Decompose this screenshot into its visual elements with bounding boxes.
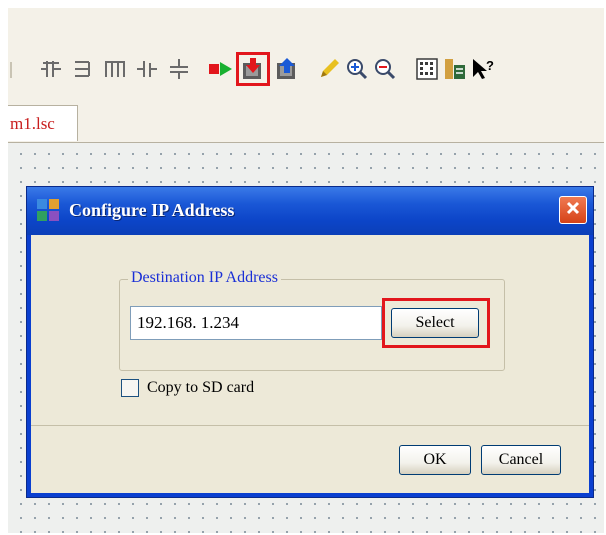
dialog-body: Destination IP Address Select Copy to SD…: [31, 235, 589, 493]
dialog-title-bar[interactable]: Configure IP Address: [27, 187, 593, 235]
svg-text:?: ?: [486, 58, 494, 73]
coil-icon[interactable]: [100, 54, 130, 84]
ground-line-icon[interactable]: [164, 54, 194, 84]
copy-sd-label[interactable]: Copy to SD card: [147, 379, 254, 397]
group-label: Destination IP Address: [128, 269, 281, 287]
zoom-out-icon[interactable]: [370, 54, 400, 84]
contact-open-icon[interactable]: [36, 54, 66, 84]
document-tab[interactable]: m1.lsc: [8, 105, 78, 141]
upload-icon[interactable]: [272, 54, 302, 84]
contact-closed-icon[interactable]: [68, 54, 98, 84]
select-button[interactable]: Select: [391, 308, 479, 338]
button-divider: [31, 425, 589, 426]
app-icon: [37, 199, 59, 221]
close-icon: [565, 200, 581, 221]
zoom-in-icon[interactable]: [342, 54, 372, 84]
copy-sd-option[interactable]: Copy to SD card: [121, 379, 254, 397]
dialog-title: Configure IP Address: [69, 200, 235, 220]
toolbar-separator: [10, 62, 12, 78]
cancel-button[interactable]: Cancel: [481, 445, 561, 475]
contact-branch-icon[interactable]: [132, 54, 162, 84]
grid-icon[interactable]: [412, 54, 442, 84]
close-button[interactable]: [559, 196, 587, 224]
select-button-highlight: Select: [382, 298, 490, 348]
document-tab-strip: m1.lsc: [8, 102, 604, 143]
ip-address-input[interactable]: [130, 306, 382, 340]
monitor-icon[interactable]: [440, 54, 470, 84]
pencil-icon[interactable]: [314, 54, 344, 84]
run-arrow-icon[interactable]: [206, 54, 236, 84]
destination-ip-group: Destination IP Address Select: [119, 269, 505, 371]
ok-button[interactable]: OK: [399, 445, 471, 475]
configure-ip-dialog: Configure IP Address Destination IP Addr…: [26, 186, 594, 498]
toolbar: ?: [8, 40, 604, 102]
download-icon[interactable]: [236, 52, 270, 86]
help-pointer-icon[interactable]: ?: [468, 54, 498, 84]
copy-sd-checkbox[interactable]: [121, 379, 139, 397]
